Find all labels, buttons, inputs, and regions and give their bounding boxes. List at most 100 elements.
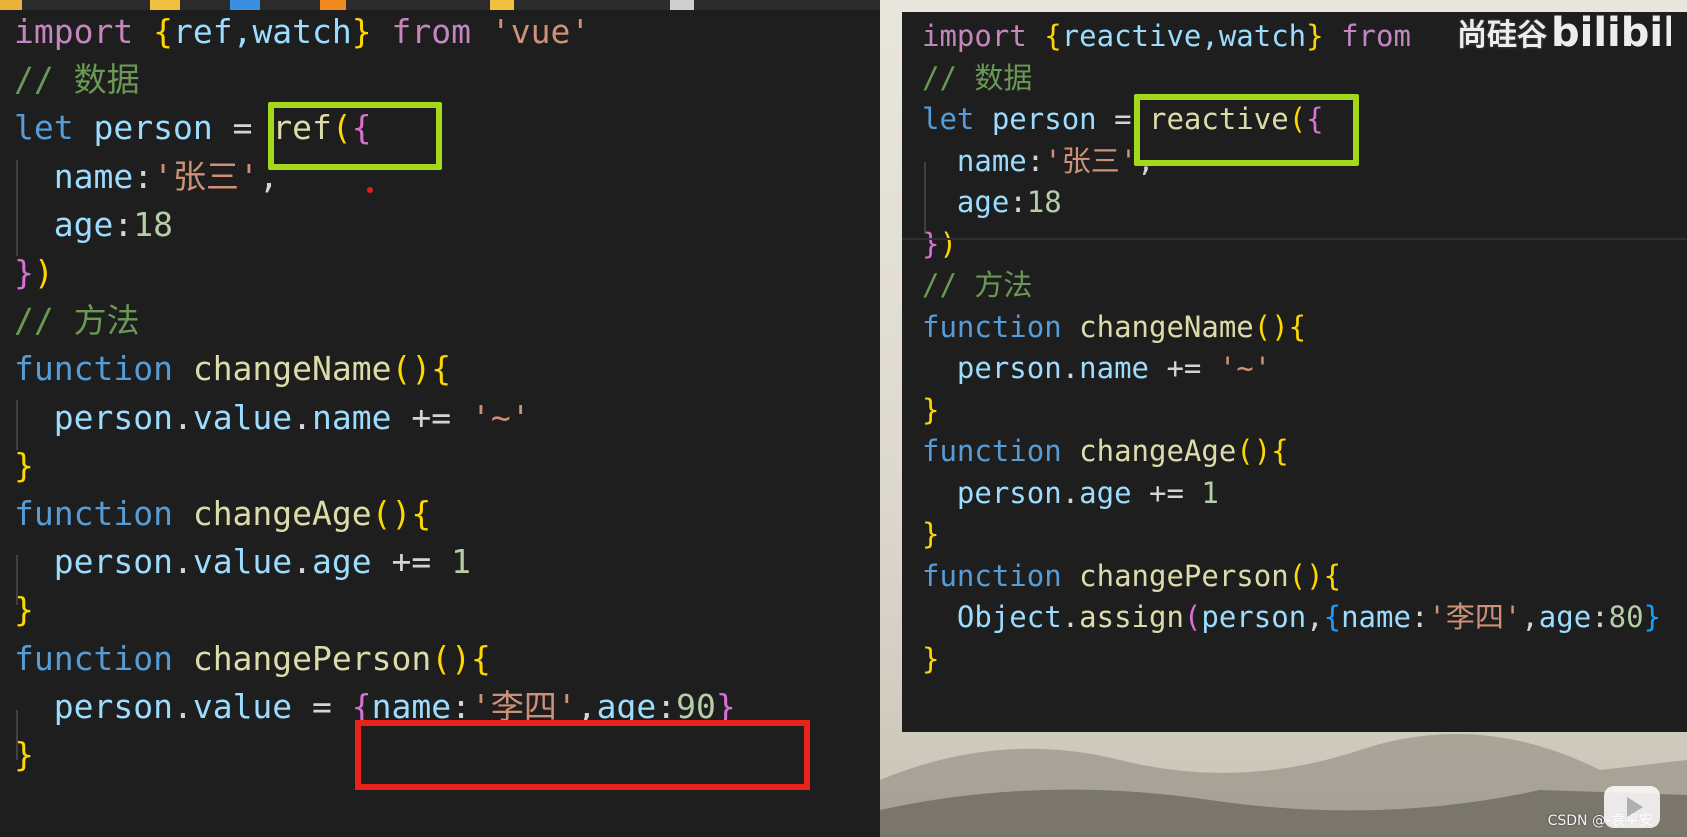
code-token: age — [312, 542, 372, 582]
code-token: } — [14, 445, 34, 485]
code-token: function — [14, 494, 173, 533]
code-token: += — [371, 542, 452, 582]
code-line: person.value.age += 1 — [14, 542, 471, 582]
code-token: += — [391, 397, 472, 437]
code-line: person.age += 1 — [922, 475, 1219, 511]
left-code-editor[interactable]: import {ref,watch} from 'vue'// 数据 let pe… — [0, 10, 880, 837]
code-token: . — [1061, 351, 1080, 385]
code-token: } — [1643, 600, 1662, 634]
code-token: 80 — [1608, 600, 1644, 634]
code-token: : — [1009, 185, 1027, 219]
code-token: . — [172, 686, 193, 726]
code-line: person.value.name += '~' — [14, 398, 531, 438]
code-token: name — [312, 397, 392, 437]
code-line: function changeName(){ — [922, 309, 1306, 345]
code-line: name:'张三', — [922, 143, 1155, 179]
code-token: import — [14, 12, 134, 51]
code-token: ( — [1183, 600, 1202, 634]
code-token: changeName — [172, 349, 392, 389]
brand-watermark: 尚硅谷 — [1457, 18, 1547, 53]
reactive-highlight-box — [1134, 94, 1359, 166]
code-token: function — [922, 558, 1062, 593]
code-line: function changeAge(){ — [14, 494, 431, 534]
cursor-dot — [367, 187, 373, 193]
code-line: // 方法 — [922, 267, 1032, 303]
code-line: function changePerson(){ — [14, 639, 491, 679]
code-token: '~' — [471, 397, 531, 437]
code-token: from — [371, 12, 491, 51]
code-token: let — [14, 108, 74, 148]
indent-guide — [924, 162, 926, 234]
code-token: { — [470, 638, 491, 678]
code-token: // 方法 — [922, 268, 1033, 302]
code-token: () — [1236, 434, 1272, 468]
code-token: Object — [922, 600, 1062, 634]
code-token: . — [172, 542, 193, 582]
code-token: person — [73, 108, 233, 148]
code-token: // 方法 — [14, 301, 140, 341]
code-token: changeName — [1061, 309, 1254, 344]
line-separator — [902, 238, 1687, 240]
code-token: { — [1271, 434, 1289, 468]
code-token: from — [1323, 19, 1411, 53]
code-token: { — [1323, 600, 1342, 634]
code-token: 18 — [1026, 185, 1062, 219]
taskbar-strip — [0, 0, 880, 10]
code-line: // 方法 — [14, 301, 140, 341]
code-token: name — [1341, 600, 1411, 634]
code-token: } — [1306, 19, 1324, 53]
app-icon — [150, 0, 180, 10]
indent-guide — [16, 160, 18, 256]
code-token: function — [14, 349, 173, 389]
code-token: value — [192, 397, 293, 437]
code-token: '李四' — [1428, 600, 1522, 634]
code-token: // 数据 — [14, 60, 140, 100]
code-token: function — [922, 309, 1062, 344]
code-token: } — [14, 253, 34, 292]
reassign-highlight-box — [355, 720, 810, 790]
code-token: : — [1026, 143, 1045, 178]
code-line: import {reactive,watch} from — [922, 18, 1411, 54]
code-token: { — [1044, 19, 1062, 53]
code-token: 1 — [451, 542, 472, 582]
code-token: } — [922, 641, 940, 676]
code-token: ) — [939, 226, 957, 261]
code-token: person — [974, 102, 1115, 136]
code-token: person — [14, 397, 173, 437]
code-token: person — [922, 351, 1062, 385]
code-token: age — [1079, 475, 1132, 510]
code-token: : — [1591, 600, 1609, 634]
play-badge-icon[interactable] — [1600, 780, 1664, 832]
code-token: age — [922, 185, 1010, 219]
app-icon — [230, 0, 260, 10]
code-line: function changePerson(){ — [922, 558, 1341, 594]
code-token: ) — [33, 253, 54, 292]
code-token: 'vue' — [490, 12, 591, 51]
code-token: = — [232, 108, 273, 148]
code-token: } — [351, 12, 372, 51]
app-icon — [670, 0, 694, 10]
bilibili-logo-text: bilibili — [1551, 10, 1671, 56]
code-token: : — [133, 156, 154, 196]
code-token: . — [172, 397, 193, 437]
code-token: () — [1288, 558, 1324, 593]
code-token: , — [1521, 600, 1539, 634]
code-token: let — [922, 102, 975, 136]
code-line: function changeAge(){ — [922, 433, 1289, 469]
code-token: // 数据 — [922, 60, 1033, 95]
code-token: function — [14, 638, 173, 678]
code-token: { — [153, 12, 173, 51]
right-code-editor[interactable]: import {reactive,watch} from // 数据 let per… — [902, 12, 1687, 732]
code-line: } — [922, 641, 939, 677]
code-token: 18 — [133, 204, 173, 244]
code-token: person — [1201, 600, 1307, 634]
code-token: name — [1079, 351, 1149, 385]
code-line: }) — [14, 253, 54, 293]
app-icon — [490, 0, 514, 10]
code-token: '张三' — [1044, 143, 1138, 178]
code-token: += — [1131, 475, 1202, 510]
code-line: age:18 — [922, 184, 1062, 220]
code-token: { — [431, 349, 452, 389]
code-line: }) — [922, 226, 957, 262]
